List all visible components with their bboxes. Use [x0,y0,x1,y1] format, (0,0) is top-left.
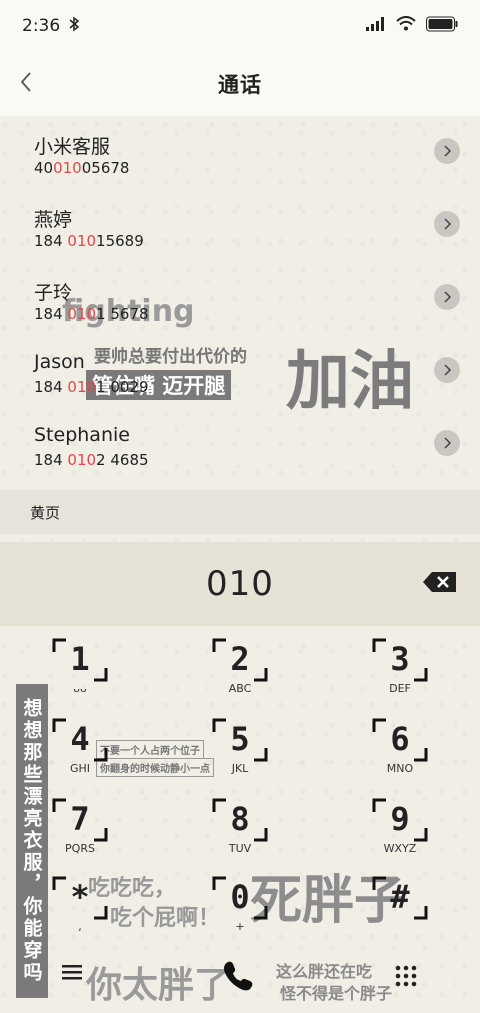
wifi-icon [396,16,416,36]
dial-keypad: 1 ᴗᴗ 2 ABC 3 DEF 4 GHI 5 JKL 6 MNO 7 PQR… [0,630,480,950]
key-digit: # [390,878,410,916]
key-digit: * [70,878,90,916]
contact-list: 小米客服 4001005678 燕婷 184 01015689 子玲 184 0… [0,116,480,481]
menu-icon [62,965,82,980]
key-digit: 8 [230,800,250,838]
key-letters: ABC [228,682,252,695]
key-digit: 4 [70,720,90,758]
key-letters: GHI [69,762,91,775]
contact-name: Stephanie [34,424,130,446]
list-item[interactable]: Jason 184 0101 0029 [0,335,480,408]
key-letters: WXYZ [383,842,417,855]
list-item[interactable]: 小米客服 4001005678 [0,116,480,189]
key-digit: 0 [230,878,250,916]
contact-name: 子玲 [34,282,73,304]
chevron-left-icon [19,71,33,97]
contact-detail-button[interactable] [434,430,460,456]
key-hash[interactable]: # [350,868,450,938]
list-item[interactable]: 燕婷 184 01015689 [0,189,480,262]
list-item[interactable]: Stephanie 184 0102 4685 [0,408,480,481]
battery-icon [426,16,458,37]
chevron-right-icon [444,145,452,157]
chevron-right-icon [444,218,452,230]
key-letters: , [78,920,82,933]
app-header: 通话 [0,52,480,116]
contact-number: 184 0101 5678 [34,305,149,323]
contact-number: 184 0101 0029 [34,378,149,396]
key-2[interactable]: 2 ABC [190,630,290,700]
contact-name: 燕婷 [34,209,73,231]
key-digit: 6 [390,720,410,758]
chevron-right-icon [444,291,452,303]
voicemail-icon: ᴗᴗ [73,682,87,695]
key-digit: 2 [230,640,250,678]
key-letters: TUV [228,842,252,855]
dialpad-icon [395,965,417,987]
menu-button[interactable] [60,962,90,992]
bluetooth-icon [68,16,80,37]
chevron-right-icon [444,364,452,376]
key-digit: 5 [230,720,250,758]
contact-detail-button[interactable] [434,357,460,383]
contact-detail-button[interactable] [434,284,460,310]
key-6[interactable]: 6 MNO [350,710,450,780]
contact-number: 4001005678 [34,159,130,177]
contact-number: 184 01015689 [34,232,144,250]
yellow-pages-header[interactable]: 黄页 [0,490,480,534]
key-8[interactable]: 8 TUV [190,790,290,860]
key-letters: JKL [231,762,249,775]
dialed-number: 010 [206,564,274,604]
key-digit: 3 [390,640,410,678]
key-3[interactable]: 3 DEF [350,630,450,700]
bottom-action-bar [0,948,480,1013]
key-letters: PQRS [65,842,95,855]
back-button[interactable] [8,66,44,102]
key-digit: 1 [70,640,90,678]
key-digit: 9 [390,800,410,838]
backspace-icon [423,572,456,592]
key-digit: 7 [70,800,90,838]
contact-name: 小米客服 [34,136,111,158]
key-letters: + [235,920,245,933]
contact-detail-button[interactable] [434,211,460,237]
dialed-number-bar: 010 [0,542,480,626]
dialpad-toggle-button[interactable] [394,964,424,994]
key-letters: MNO [386,762,414,775]
key-1[interactable]: 1 ᴗᴗ [30,630,130,700]
signal-icon [366,16,386,36]
backspace-button[interactable] [422,570,458,594]
contact-number: 184 0102 4685 [34,451,149,469]
key-star[interactable]: * , [30,868,130,938]
chevron-right-icon [444,437,452,449]
key-0[interactable]: 0 + [190,868,290,938]
call-button[interactable] [220,958,260,998]
status-bar: 2:36 [0,0,480,52]
key-letters: DEF [389,682,411,695]
key-9[interactable]: 9 WXYZ [350,790,450,860]
phone-icon [224,961,253,991]
page-title: 通话 [218,73,262,97]
key-7[interactable]: 7 PQRS [30,790,130,860]
contact-detail-button[interactable] [434,138,460,164]
contact-name: Jason [34,351,85,373]
key-4[interactable]: 4 GHI [30,710,130,780]
clock: 2:36 [22,16,61,36]
list-item[interactable]: 子玲 184 0101 5678 [0,262,480,335]
key-5[interactable]: 5 JKL [190,710,290,780]
